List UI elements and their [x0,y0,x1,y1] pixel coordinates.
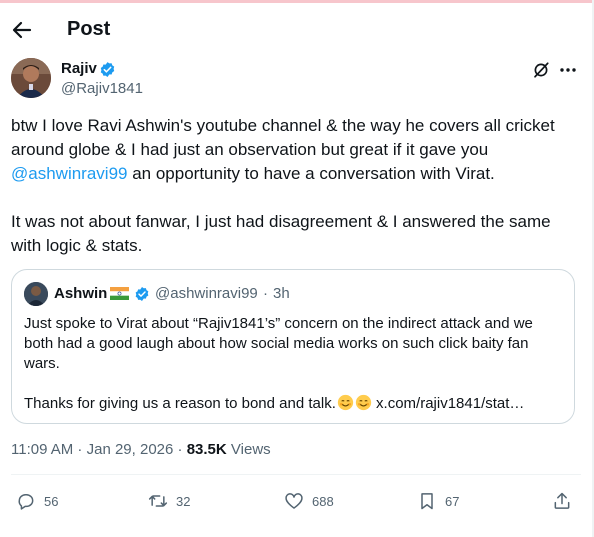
separator-dot: · [263,285,268,302]
meta-separator: · [173,441,187,458]
like-button[interactable]: 688 [284,489,334,513]
views-count: 83.5K [186,441,227,458]
smiling-face-emoji-icon [355,394,372,411]
bookmark-count: 67 [445,493,460,509]
divider [11,474,581,475]
meta-separator: · [73,441,87,458]
mention-link[interactable]: @ashwinravi99 [11,164,127,183]
views-label: Views [230,441,271,458]
reply-button[interactable]: 56 [16,489,58,513]
like-count: 688 [312,493,334,509]
tweet-line: btw I love Ravi Ashwin's youtube channel… [11,116,555,159]
repost-count: 32 [176,493,191,509]
grok-button[interactable] [532,61,550,79]
quote-link[interactable]: x.com/rajiv1841/stat… [376,395,524,412]
more-options-button[interactable] [558,60,578,80]
avatar[interactable] [11,58,51,98]
verified-badge-icon [100,62,115,77]
grok-icon [534,62,549,78]
more-dots-icon [560,68,576,72]
quote-paragraph: Thanks for giving us a reason to bond an… [24,395,336,412]
quote-avatar-image [24,282,48,306]
quote-author-handle[interactable]: @ashwinravi99 [155,285,258,302]
quote-paragraph: Just spoke to Virat about “Rajiv1841’s” … [24,315,533,372]
quote-author-name[interactable]: Ashwin [54,285,107,302]
repost-button[interactable]: 32 [148,489,190,513]
quote-text: Just spoke to Virat about “Rajiv1841’s” … [24,314,560,414]
share-icon [554,492,570,509]
header: Post [0,8,594,52]
post-time[interactable]: 11:09 AM [11,441,73,458]
tweet-line-tail: an opportunity to have a conversation wi… [127,164,495,183]
back-button[interactable] [10,18,34,42]
bookmark-icon [421,493,433,510]
tweet-text: btw I love Ravi Ashwin's youtube channel… [11,114,581,258]
author-handle[interactable]: @Rajiv1841 [61,80,143,97]
quote-avatar[interactable] [24,282,48,306]
verified-badge-icon [135,287,149,301]
tweet-paragraph: It was not about fanwar, I just had disa… [11,212,551,255]
quote-timestamp[interactable]: 3h [273,285,290,302]
reply-icon [18,494,34,510]
tweet-meta: 11:09 AM · Jan 29, 2026 · 83.5K Views [11,441,271,458]
smiling-face-emoji-icon [337,394,354,411]
avatar-image [11,58,51,98]
post-date[interactable]: Jan 29, 2026 [87,441,174,458]
reply-count: 56 [44,493,59,509]
author-name[interactable]: Rajiv [61,60,97,77]
bookmark-button[interactable]: 67 [417,489,459,513]
quoted-tweet[interactable]: Ashwin @ashwinravi99 · 3h Just spoke to … [11,269,575,424]
share-button[interactable] [552,489,572,513]
india-flag-icon [110,287,129,300]
repost-icon [148,495,168,507]
page-title: Post [67,18,111,40]
top-accent-line [0,0,594,3]
back-arrow-icon [12,21,32,39]
heart-icon [285,493,303,509]
